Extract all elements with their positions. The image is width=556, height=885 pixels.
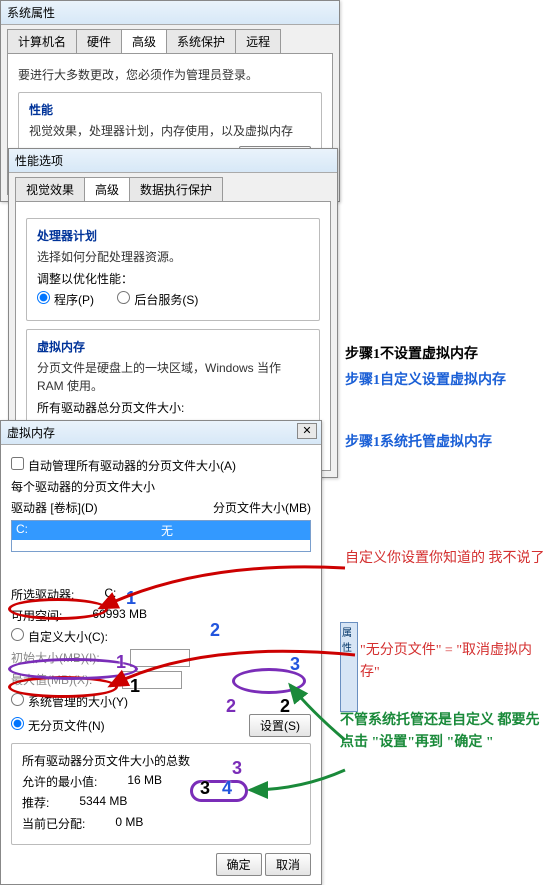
anno-nopage-eq: "无分页文件" = "取消虚拟内存"	[360, 640, 550, 685]
num-purple-3: 3	[232, 758, 242, 779]
radio-program-input[interactable]	[37, 291, 50, 304]
radio-bg[interactable]: 后台服务(S)	[117, 293, 198, 307]
perf-desc: 视觉效果，处理器计划，内存使用，以及虚拟内存	[29, 122, 311, 140]
radio-nopage-input[interactable]	[11, 717, 24, 730]
vm-title: 虚拟内存	[37, 338, 309, 355]
drive-name: C:	[16, 522, 28, 539]
auto-manage-input[interactable]	[11, 457, 24, 470]
init-size-label: 初始大小(MB)(I):	[11, 649, 100, 667]
drive-size: 无	[161, 522, 173, 539]
vm-panel: 自动管理所有驱动器的分页文件大小(A) 每个驱动器的分页文件大小 驱动器 [卷标…	[1, 445, 321, 884]
virtual-memory-dialog: 虚拟内存 ✕ 自动管理所有驱动器的分页文件大小(A) 每个驱动器的分页文件大小 …	[0, 420, 322, 885]
admin-note: 要进行大多数更改，您必须作为管理员登录。	[18, 66, 322, 84]
num-blue-4a: 4	[222, 778, 232, 799]
radio-sys-label: 系统管理的大小(Y)	[28, 695, 128, 709]
side-card: 属性	[340, 622, 358, 712]
max-size-label: 最大值(MB)(X):	[11, 671, 92, 689]
col-drive: 驱动器 [卷标](D)	[11, 499, 98, 516]
perfopt-titlebar: 性能选项	[9, 149, 337, 173]
cancel-button[interactable]: 取消	[265, 853, 311, 876]
vm-titlebar: 虚拟内存 ✕	[1, 421, 321, 445]
radio-bg-input[interactable]	[117, 291, 130, 304]
num-blue-1a: 1	[126, 588, 136, 609]
radio-custom-label: 自定义大小(C):	[28, 630, 108, 644]
tab-computer-name[interactable]: 计算机名	[7, 29, 77, 53]
free-val: 66993 MB	[92, 607, 172, 624]
num-blue-3a: 3	[290, 654, 300, 675]
sel-drive-val: C:	[104, 586, 184, 603]
min-val: 16 MB	[127, 773, 207, 790]
num-purple-2: 2	[226, 696, 236, 717]
anno-custom-note: 自定义你设置你知道的 我不说了	[345, 548, 545, 570]
tab-visual-effects[interactable]: 视觉效果	[15, 177, 85, 201]
sysprop-title: 系统属性	[7, 6, 55, 20]
tab-perf-advanced[interactable]: 高级	[84, 177, 130, 201]
tab-advanced[interactable]: 高级	[121, 29, 167, 53]
side-card-title: 属性	[341, 623, 357, 655]
anno-step1-sys: 步骤1系统托管虚拟内存	[345, 432, 545, 454]
tab-hardware[interactable]: 硬件	[76, 29, 122, 53]
sel-drive-label: 所选驱动器:	[11, 586, 74, 603]
close-icon[interactable]: ✕	[297, 423, 317, 439]
drive-listbox[interactable]: C: 无	[11, 520, 311, 552]
num-black-1: 1	[130, 676, 140, 697]
drive-row[interactable]: C: 无	[12, 521, 310, 540]
adjust-label: 调整以优化性能：	[37, 270, 309, 287]
tab-dep[interactable]: 数据执行保护	[129, 177, 223, 201]
totals-group: 所有驱动器分页文件大小的总数 允许的最小值: 16 MB 推荐: 5344 MB 当…	[11, 743, 311, 845]
num-blue-2a: 2	[210, 620, 220, 641]
num-black-2: 2	[280, 696, 290, 717]
anno-step1-none: 步骤1不设置虚拟内存	[345, 344, 545, 366]
col-size: 分页文件大小(MB)	[213, 499, 311, 516]
totals-title: 所有驱动器分页文件大小的总数	[22, 752, 300, 769]
ok-button[interactable]: 确定	[216, 853, 262, 876]
perfopt-title: 性能选项	[15, 154, 63, 168]
vm-total: 所有驱动器总分页文件大小:	[37, 399, 309, 416]
rec-label: 推荐:	[22, 794, 49, 811]
tab-system-protect[interactable]: 系统保护	[166, 29, 236, 53]
radio-sys-managed[interactable]: 系统管理的大小(Y)	[11, 695, 128, 709]
auto-manage-checkbox[interactable]: 自动管理所有驱动器的分页文件大小(A)	[11, 459, 236, 473]
radio-no-page[interactable]: 无分页文件(N)	[11, 717, 105, 734]
vm-desc: 分页文件是硬盘上的一块区域，Windows 当作 RAM 使用。	[37, 359, 309, 395]
radio-bg-label: 后台服务(S)	[134, 293, 198, 307]
vm-dialog-title: 虚拟内存	[7, 426, 55, 440]
set-button[interactable]: 设置(S)	[249, 714, 311, 737]
proc-desc: 选择如何分配处理器资源。	[37, 248, 309, 266]
num-purple-1: 1	[116, 652, 126, 673]
anno-must-set: 不管系统托管还是自定义 都要先 点击 "设置"再到 "确定 "	[340, 710, 550, 755]
radio-program-label: 程序(P)	[54, 293, 94, 307]
perfopt-tabs: 视觉效果 高级 数据执行保护	[9, 173, 337, 201]
radio-sys-input[interactable]	[11, 693, 24, 706]
perf-title: 性能	[29, 101, 311, 118]
processor-group: 处理器计划 选择如何分配处理器资源。 调整以优化性能： 程序(P) 后台服务(S…	[26, 218, 320, 321]
radio-custom[interactable]: 自定义大小(C):	[11, 630, 108, 644]
radio-nopage-label: 无分页文件(N)	[28, 719, 105, 733]
init-size-input[interactable]	[130, 649, 190, 667]
auto-manage-label: 自动管理所有驱动器的分页文件大小(A)	[28, 459, 236, 473]
min-label: 允许的最小值:	[22, 773, 97, 790]
each-drive-label: 每个驱动器的分页文件大小	[11, 478, 311, 495]
sysprop-titlebar: 系统属性	[1, 1, 339, 25]
radio-program[interactable]: 程序(P)	[37, 293, 94, 307]
free-label: 可用空间:	[11, 607, 62, 624]
cur-val: 0 MB	[115, 815, 195, 832]
anno-step1-custom: 步骤1自定义设置虚拟内存	[345, 370, 545, 392]
sysprop-tabs: 计算机名 硬件 高级 系统保护 远程	[1, 25, 339, 53]
rec-val: 5344 MB	[79, 794, 159, 811]
tab-remote[interactable]: 远程	[235, 29, 281, 53]
num-black-3: 3	[200, 778, 210, 799]
proc-title: 处理器计划	[37, 227, 309, 244]
radio-custom-input[interactable]	[11, 628, 24, 641]
cur-label: 当前已分配:	[22, 815, 85, 832]
